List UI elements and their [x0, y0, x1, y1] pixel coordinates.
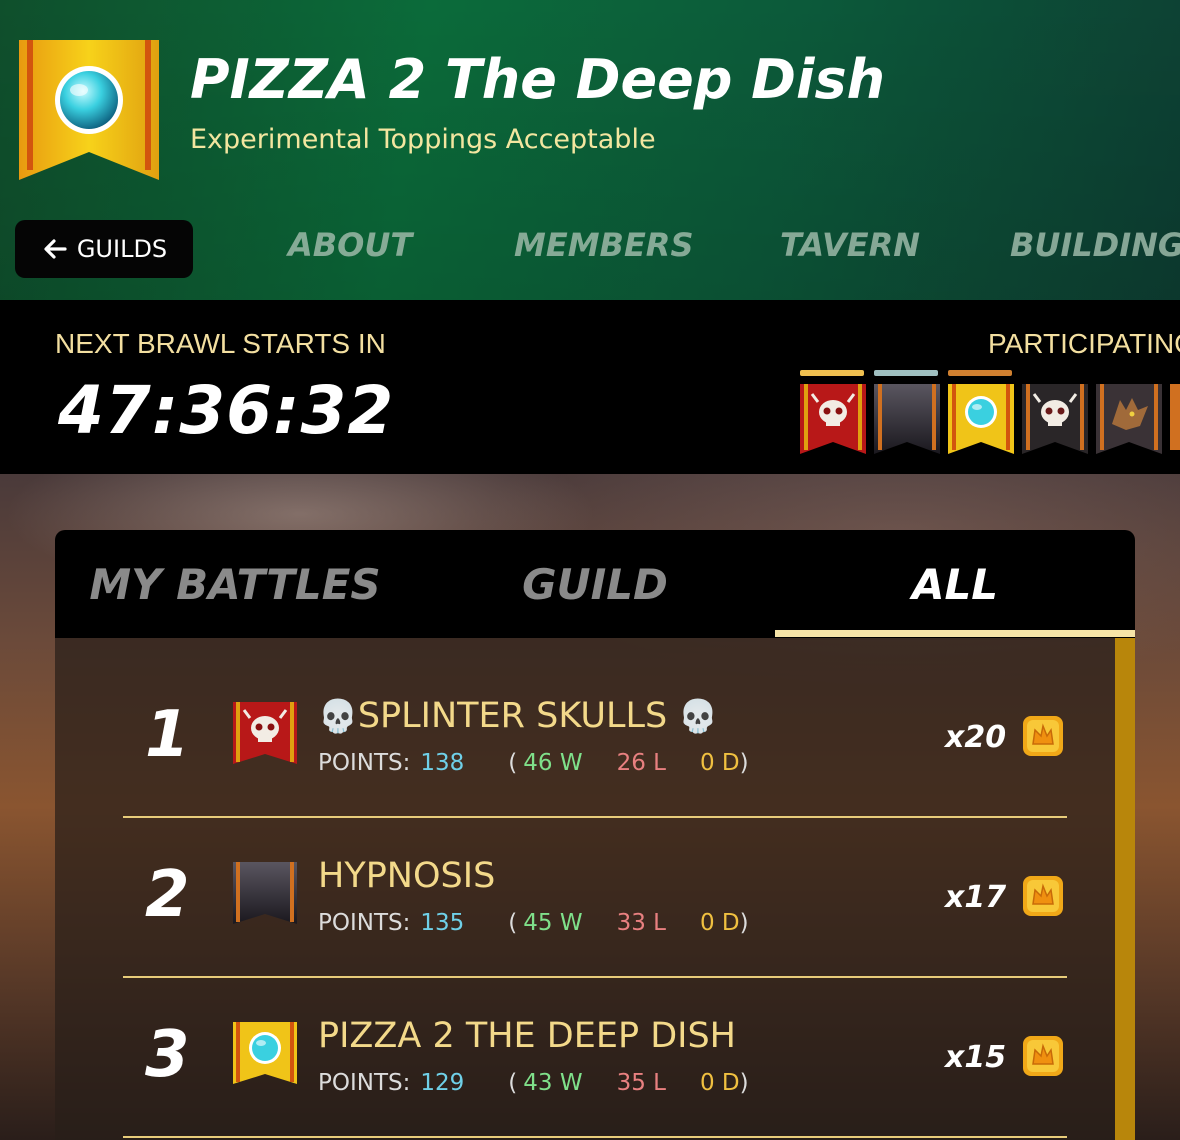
tab-buildings[interactable]: BUILDINGS	[1010, 226, 1180, 270]
ranking-row: 2 HYPNOSIS POINTS: 135 (45 W 33 L 0 D ) x17	[55, 798, 1115, 958]
open-paren: (	[508, 750, 518, 776]
active-tab-underline	[775, 630, 1135, 637]
guild-banner-skull-red-icon	[233, 702, 297, 764]
guild-name-cell[interactable]: 💀SPLINTER SKULLS 💀	[318, 696, 718, 736]
draws-value: 0 D	[699, 1070, 740, 1096]
rankings-tabs: MY BATTLES GUILD ALL	[55, 530, 1135, 638]
reward-multiplier: x15	[945, 1040, 1007, 1075]
reward-multiplier: x20	[945, 720, 1007, 755]
brawl-rankings-panel: MY BATTLES GUILD ALL 1 💀SPLINTER SKULLS …	[55, 530, 1135, 1140]
merit-reward-icon	[1023, 716, 1063, 756]
skull-emoji-icon: 💀	[318, 697, 358, 735]
participant-banner-dark-icon[interactable]	[874, 384, 940, 466]
participant-banner-skull-red-icon[interactable]	[800, 384, 866, 466]
open-paren: (	[508, 1070, 518, 1096]
wins-value: 45 W	[523, 910, 583, 936]
tab-members[interactable]: MEMBERS	[514, 226, 693, 270]
wins-value: 46 W	[523, 750, 583, 776]
participant-banner-orb-icon[interactable]	[948, 384, 1014, 466]
points-label: POINTS:	[318, 750, 411, 776]
close-paren: )	[739, 1070, 749, 1096]
brawl-countdown: 47:36:32	[58, 372, 395, 449]
guild-stats: POINTS: 135 (45 W 33 L 0 D )	[318, 910, 749, 936]
next-brawl-label: NEXT BRAWL STARTS IN	[55, 328, 386, 359]
skull-emoji-icon: 💀	[678, 697, 719, 735]
back-button-label: GUILDS	[76, 235, 168, 263]
points-label: POINTS:	[318, 1070, 411, 1096]
row-divider	[123, 1136, 1067, 1138]
guild-stats: POINTS: 129 (43 W 35 L 0 D )	[318, 1070, 749, 1096]
guild-name-cell[interactable]: HYPNOSIS	[318, 856, 495, 896]
tab-tavern[interactable]: TAVERN	[780, 226, 920, 270]
rankings-list[interactable]: 1 💀SPLINTER SKULLS 💀 POINTS: 138(46 W 26 L…	[55, 638, 1135, 1140]
back-to-guilds-button[interactable]: GUILDS	[15, 220, 193, 278]
guild-name-cell[interactable]: PIZZA 2 THE DEEP DISH	[318, 1016, 736, 1056]
points-value: 135	[420, 910, 465, 936]
merit-reward-icon	[1023, 876, 1063, 916]
guild-motto: Experimental Toppings Acceptable	[190, 124, 656, 155]
rank-number: 3	[145, 1018, 190, 1092]
rank-number: 2	[145, 858, 190, 932]
guild-name-text: PIZZA 2 THE DEEP DISH	[318, 1016, 737, 1056]
guild-name-text: HYPNOSIS	[318, 856, 496, 896]
tab-about[interactable]: ABOUT	[288, 226, 412, 270]
participating-label: PARTICIPATING	[988, 328, 1180, 359]
ranking-row: 3 PIZZA 2 THE DEEP DISH POINTS: 129 (43 W 3…	[55, 958, 1115, 1118]
reward-multiplier: x17	[945, 880, 1007, 915]
close-paren: )	[739, 910, 749, 936]
open-paren: (	[508, 910, 518, 936]
participant-indicator	[948, 370, 1012, 376]
participant-banner-partial-icon[interactable]	[1170, 384, 1180, 466]
guild-header: PIZZA 2 The Deep Dish Experimental Toppi…	[0, 0, 1180, 300]
guild-name-text: SPLINTER SKULLS	[357, 696, 668, 736]
losses-value: 26 L	[616, 750, 666, 776]
close-paren: )	[739, 750, 749, 776]
guild-name: PIZZA 2 The Deep Dish	[190, 48, 886, 111]
guild-banner-icon	[19, 40, 159, 180]
tab-guild[interactable]: GUILD	[415, 530, 775, 638]
participant-indicator	[800, 370, 864, 376]
guild-banner-dark-icon	[233, 862, 297, 924]
losses-value: 33 L	[616, 910, 666, 936]
ranking-row: 1 💀SPLINTER SKULLS 💀 POINTS: 138(46 W 26 L…	[55, 638, 1115, 798]
arrow-left-icon	[44, 239, 67, 259]
points-value: 138	[420, 750, 465, 776]
losses-value: 35 L	[616, 1070, 666, 1096]
points-value: 129	[420, 1070, 465, 1096]
guild-stats: POINTS: 138 (46 W 26 L 0 D )	[318, 750, 749, 776]
merit-reward-icon	[1023, 1036, 1063, 1076]
participant-banner-wolf-icon[interactable]	[1096, 384, 1162, 466]
rank-number: 1	[145, 698, 190, 772]
draws-value: 0 D	[699, 750, 740, 776]
brawl-status-bar: NEXT BRAWL STARTS IN 47:36:32 PARTICIPAT…	[0, 300, 1180, 474]
draws-value: 0 D	[699, 910, 740, 936]
points-label: POINTS:	[318, 910, 411, 936]
scrollbar[interactable]	[1115, 638, 1135, 1140]
tab-my-battles[interactable]: MY BATTLES	[55, 530, 415, 638]
wins-value: 43 W	[523, 1070, 583, 1096]
participant-banner-skull-dark-icon[interactable]	[1022, 384, 1088, 466]
guild-banner-orb-icon	[233, 1022, 297, 1084]
participant-indicator	[874, 370, 938, 376]
tab-all[interactable]: ALL	[775, 530, 1135, 638]
